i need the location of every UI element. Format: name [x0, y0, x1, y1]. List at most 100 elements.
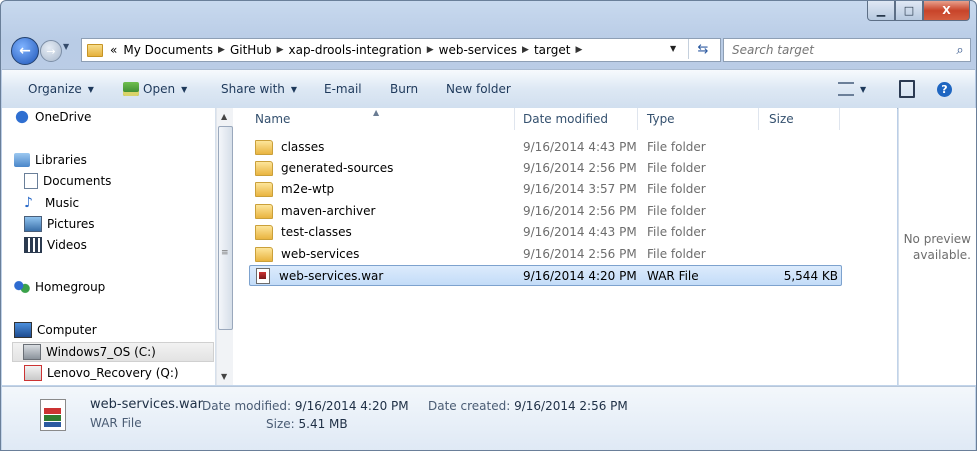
file-name: m2e-wtp [281, 182, 335, 196]
scrollbar-grip-icon: ≡ [221, 248, 229, 258]
column-header-date-modified[interactable]: Date modified [523, 108, 608, 130]
sidebar-item-label: Videos [47, 238, 87, 252]
sidebar-item-lenovo-recovery[interactable]: Lenovo_Recovery (Q:) [24, 364, 179, 382]
war-file-icon [40, 399, 66, 431]
sidebar-item-computer[interactable]: Computer [14, 321, 97, 339]
window-controls: ▁ □ X [867, 1, 970, 21]
scroll-up-icon[interactable]: ▲ [221, 112, 227, 121]
scroll-down-icon[interactable]: ▼ [221, 372, 227, 381]
breadcrumb-xap-drools-integration[interactable]: xap-drools-integration [285, 43, 424, 57]
address-bar[interactable]: « My Documents ▶ GitHub ▶ xap-drools-int… [81, 38, 721, 62]
preview-pane-button[interactable] [899, 80, 915, 98]
column-divider[interactable] [514, 108, 515, 130]
organize-button[interactable]: Organize ▼ [28, 80, 94, 98]
file-type: File folder [647, 140, 706, 154]
details-date-modified: Date modified: 9/16/2014 4:20 PM [202, 399, 409, 413]
open-button[interactable]: Open ▼ [123, 80, 187, 98]
folder-icon [255, 139, 273, 155]
table-row-selected[interactable]: web-services.war 9/16/2014 4:20 PM WAR F… [249, 265, 842, 286]
sidebar-item-pictures[interactable]: Pictures [24, 215, 95, 233]
folder-icon [255, 160, 273, 176]
column-header-type[interactable]: Type [647, 108, 675, 130]
address-dropdown-icon[interactable]: ▼ [670, 44, 676, 53]
navigation-scrollbar[interactable]: ▲ ≡ ▼ [216, 108, 233, 385]
new-folder-button[interactable]: New folder [446, 80, 511, 98]
sidebar-item-documents[interactable]: Documents [24, 172, 111, 190]
chevron-down-icon: ▼ [87, 84, 94, 94]
breadcrumb-web-services[interactable]: web-services [436, 43, 520, 57]
documents-icon [24, 173, 38, 189]
table-row[interactable]: web-services 9/16/2014 2:56 PM File fold… [249, 244, 840, 264]
details-size: Size: 5.41 MB [266, 417, 348, 431]
recovery-drive-icon [24, 365, 42, 381]
maximize-button[interactable]: □ [895, 1, 923, 21]
column-divider[interactable] [637, 108, 638, 130]
help-button[interactable]: ? [937, 80, 952, 98]
help-icon: ? [937, 81, 952, 97]
sidebar-item-homegroup[interactable]: Homegroup [14, 278, 105, 296]
view-options-button[interactable]: ▼ [838, 80, 866, 98]
sidebar-item-label: OneDrive [35, 110, 92, 124]
file-date: 9/16/2014 4:43 PM [523, 140, 637, 154]
preview-message: No preview available. [899, 231, 971, 263]
war-file-icon [256, 268, 270, 284]
search-input[interactable] [730, 42, 950, 58]
breadcrumb-overflow[interactable]: « [107, 43, 120, 57]
forward-button[interactable]: → [40, 40, 62, 62]
column-divider[interactable] [758, 108, 759, 130]
sidebar-item-libraries[interactable]: Libraries [14, 151, 87, 169]
file-type: WAR File [647, 269, 699, 283]
table-row[interactable]: m2e-wtp 9/16/2014 3:57 PM File folder [249, 179, 840, 199]
breadcrumb-separator-icon[interactable]: ▶ [520, 45, 531, 55]
details-date-created: Date created: 9/16/2014 2:56 PM [428, 399, 628, 413]
email-button[interactable]: E-mail [324, 80, 362, 98]
close-button[interactable]: X [923, 1, 970, 21]
details-date-modified-value: 9/16/2014 4:20 PM [294, 399, 409, 413]
sidebar-item-windows7-os[interactable]: Windows7_OS (C:) [12, 342, 214, 362]
details-date-created-label: Date created: [428, 399, 511, 413]
table-row[interactable]: test-classes 9/16/2014 4:43 PM File fold… [249, 222, 840, 242]
scrollbar-thumb[interactable] [218, 126, 233, 330]
column-header-name[interactable]: Name [255, 108, 290, 130]
navigation-bar: ← → ▼ « My Documents ▶ GitHub ▶ xap-droo… [1, 33, 976, 65]
sidebar-item-onedrive[interactable]: OneDrive [14, 108, 91, 126]
table-row[interactable]: maven-archiver 9/16/2014 2:56 PM File fo… [249, 201, 840, 221]
back-button[interactable]: ← [11, 37, 39, 65]
refresh-icon[interactable]: ⇆ [688, 39, 717, 59]
organize-label: Organize [28, 82, 82, 96]
column-header-size[interactable]: Size [769, 108, 794, 130]
command-bar: Organize ▼ Open ▼ Share with ▼ E-mail Burn … [2, 69, 975, 109]
explorer-window: ▁ □ X ← → ▼ « My Documents ▶ GitHub ▶ xa… [0, 0, 977, 451]
breadcrumb-separator-icon[interactable]: ▶ [573, 45, 584, 55]
breadcrumb-separator-icon[interactable]: ▶ [216, 45, 227, 55]
chevron-down-icon: ▼ [290, 84, 298, 94]
folder-icon [255, 181, 273, 197]
file-type: File folder [647, 161, 706, 175]
sidebar-item-music[interactable]: ♪ Music [24, 194, 79, 212]
share-with-button[interactable]: Share with ▼ [221, 80, 297, 98]
recent-pages-dropdown[interactable]: ▼ [63, 42, 75, 56]
sort-ascending-icon: ▲ [373, 108, 380, 117]
file-type: File folder [647, 182, 706, 196]
breadcrumb-github[interactable]: GitHub [227, 43, 275, 57]
minimize-button[interactable]: ▁ [867, 1, 895, 21]
computer-icon [14, 322, 32, 338]
details-size-label: Size: [266, 417, 295, 431]
chevron-down-icon: ▼ [860, 84, 867, 94]
breadcrumb-separator-icon[interactable]: ▶ [275, 45, 286, 55]
table-row[interactable]: classes 9/16/2014 4:43 PM File folder [249, 137, 840, 157]
file-date: 9/16/2014 4:20 PM [523, 269, 637, 283]
breadcrumb-target[interactable]: target [531, 43, 574, 57]
burn-button[interactable]: Burn [390, 80, 418, 98]
file-name: test-classes [281, 225, 352, 239]
file-date: 9/16/2014 2:56 PM [523, 247, 637, 261]
open-with-icon [123, 82, 139, 96]
sidebar-item-videos[interactable]: Videos [24, 236, 87, 254]
column-divider[interactable] [839, 108, 840, 130]
table-row[interactable]: generated-sources 9/16/2014 2:56 PM File… [249, 158, 840, 178]
search-icon[interactable]: ⌕ [950, 43, 970, 58]
search-box[interactable]: ⌕ [723, 38, 971, 62]
breadcrumb-my-documents[interactable]: My Documents [120, 43, 216, 57]
breadcrumb-separator-icon[interactable]: ▶ [425, 45, 436, 55]
details-date-created-value: 9/16/2014 2:56 PM [514, 399, 628, 413]
